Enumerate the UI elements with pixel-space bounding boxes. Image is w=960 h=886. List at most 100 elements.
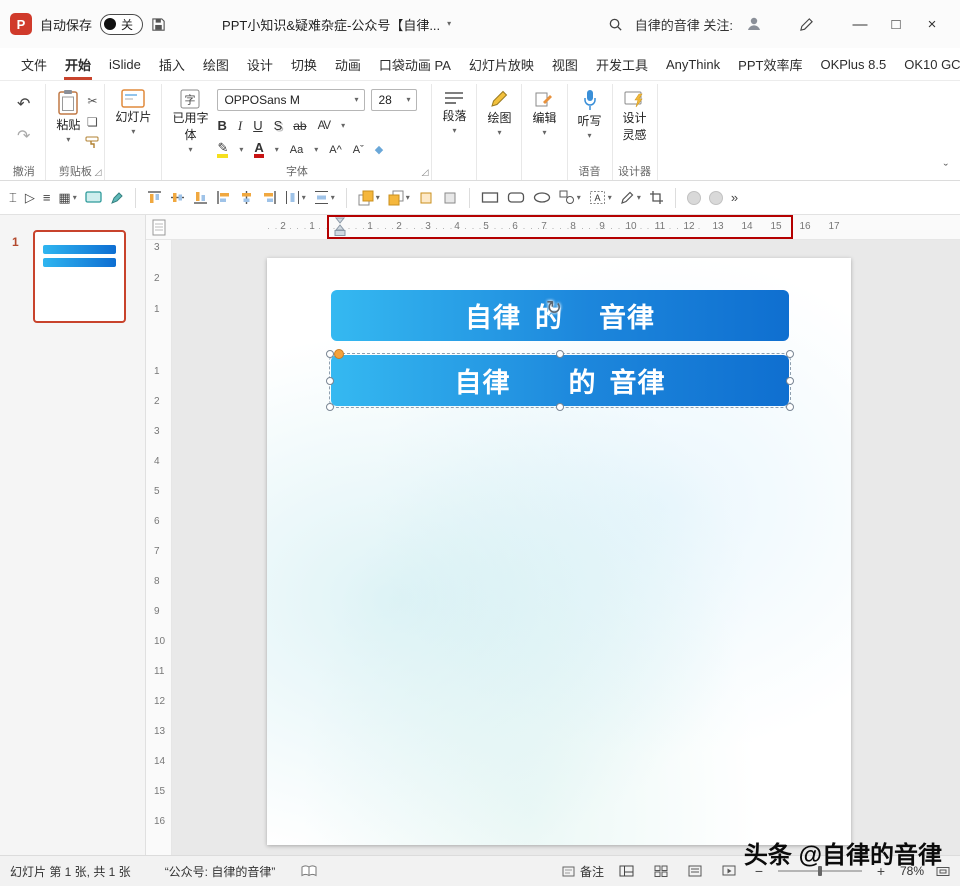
resize-handle[interactable] bbox=[786, 350, 794, 358]
resize-handle[interactable] bbox=[326, 376, 334, 385]
tab-developer[interactable]: 开发工具 bbox=[587, 48, 657, 80]
text-direction-icon[interactable]: ≡ bbox=[43, 190, 51, 205]
decrease-font-button[interactable]: Aˇ bbox=[353, 144, 364, 156]
highlight-color-button[interactable]: ✎ bbox=[217, 141, 229, 158]
avatar-icon[interactable] bbox=[745, 15, 763, 33]
send-backward-icon[interactable] bbox=[442, 190, 458, 206]
ellipse-shape-icon[interactable] bbox=[533, 190, 551, 205]
vertical-ruler[interactable]: 3 2 1 1 2 3 4 5 6 7 8 9 10 11 12 13 14 1… bbox=[146, 240, 172, 855]
document-title[interactable]: PPT小知识&疑难杂症-公众号【自律... ▾ bbox=[222, 15, 451, 34]
align-middle-icon[interactable] bbox=[170, 190, 185, 205]
resize-handle[interactable] bbox=[786, 403, 794, 411]
rectangle-shape-icon[interactable] bbox=[481, 190, 499, 205]
editing-canvas[interactable]: 自律 的 音律 ↻ 自律 的 音律 bbox=[172, 240, 960, 855]
increase-font-button[interactable]: A^ bbox=[329, 144, 342, 156]
text-shadow-button[interactable]: S bbox=[274, 118, 283, 133]
ruler-corner-icon[interactable] bbox=[146, 215, 172, 239]
reading-view-icon[interactable] bbox=[684, 861, 706, 881]
format-brush-icon[interactable] bbox=[110, 191, 124, 205]
format-painter-button[interactable] bbox=[85, 136, 99, 149]
tab-ppt-library[interactable]: PPT效率库 bbox=[729, 48, 811, 80]
bold-button[interactable]: B bbox=[217, 118, 226, 133]
save-icon[interactable] bbox=[151, 17, 166, 32]
distribute-horizontal-icon[interactable]: ▾ bbox=[285, 190, 306, 205]
font-size-select[interactable]: 28 ▾ bbox=[371, 89, 418, 111]
search-icon[interactable] bbox=[608, 17, 623, 32]
fit-text-icon[interactable]: ⌶ bbox=[9, 190, 17, 206]
slides-button[interactable]: 幻灯片 ▾ bbox=[110, 86, 156, 139]
resize-handle[interactable] bbox=[326, 403, 334, 411]
tab-pocket-animation[interactable]: 口袋动画 PA bbox=[370, 48, 460, 80]
underline-button[interactable]: U bbox=[253, 118, 262, 133]
tab-islide[interactable]: iSlide bbox=[100, 48, 150, 80]
tab-slideshow[interactable]: 幻灯片放映 bbox=[460, 48, 543, 80]
tab-animations[interactable]: 动画 bbox=[326, 48, 370, 80]
slide-canvas[interactable]: 自律 的 音律 ↻ 自律 的 音律 bbox=[267, 258, 851, 845]
cut-button[interactable]: ✂ bbox=[87, 94, 97, 108]
clear-formatting-icon[interactable]: ◆ bbox=[375, 143, 383, 156]
send-to-back-icon[interactable]: ▾ bbox=[388, 190, 410, 206]
maximize-button[interactable]: □ bbox=[878, 8, 914, 40]
adjust-handle[interactable] bbox=[334, 349, 344, 359]
resize-handle[interactable] bbox=[556, 350, 564, 358]
redo-button[interactable]: ↷ bbox=[17, 126, 30, 146]
bring-forward-icon[interactable] bbox=[418, 190, 434, 206]
bring-to-front-icon[interactable]: ▾ bbox=[358, 190, 380, 206]
paragraph-button[interactable]: 段落 ▾ bbox=[437, 86, 471, 138]
resize-handle[interactable] bbox=[786, 376, 794, 385]
text-box-icon[interactable]: A ▾ bbox=[589, 190, 612, 205]
distribute-vertical-icon[interactable]: ▾ bbox=[314, 190, 335, 205]
align-bottom-icon[interactable] bbox=[193, 190, 208, 205]
screen-capture-icon[interactable] bbox=[85, 191, 102, 204]
font-name-select[interactable]: OPPOSans M ▾ bbox=[217, 89, 366, 111]
notes-button[interactable]: 备注 bbox=[562, 863, 604, 880]
select-pointer-icon[interactable]: ▷ bbox=[25, 190, 35, 206]
pen-icon[interactable] bbox=[799, 17, 814, 32]
more-shapes-icon[interactable]: ▾ bbox=[559, 190, 581, 205]
character-spacing-button[interactable]: AV bbox=[318, 120, 331, 132]
tab-design[interactable]: 设计 bbox=[238, 48, 282, 80]
draw-button[interactable]: 绘图 ▾ bbox=[482, 86, 516, 140]
table-grid-icon[interactable]: ▦ ▾ bbox=[58, 190, 76, 206]
align-center-icon[interactable] bbox=[239, 190, 254, 205]
change-case-button[interactable]: Aa bbox=[290, 144, 303, 156]
tab-insert[interactable]: 插入 bbox=[150, 48, 194, 80]
align-top-icon[interactable] bbox=[147, 190, 162, 205]
tab-file[interactable]: 文件 bbox=[12, 48, 56, 80]
align-right-icon[interactable] bbox=[262, 190, 277, 205]
resize-handle[interactable] bbox=[556, 403, 564, 411]
tab-ok10[interactable]: OK10 GC bbox=[895, 48, 960, 80]
dictate-button[interactable]: 听写 ▾ bbox=[573, 86, 607, 143]
font-color-button[interactable]: A bbox=[254, 141, 264, 158]
horizontal-ruler[interactable]: 2 1 1 2 3 4 5 6 7 8 9 10 11 12 13 14 15 … bbox=[172, 215, 960, 239]
slide-sorter-view-icon[interactable] bbox=[650, 861, 672, 881]
close-button[interactable]: × bbox=[914, 8, 950, 40]
copy-button[interactable]: ❏ bbox=[87, 115, 98, 129]
undo-button[interactable]: ↶ bbox=[17, 94, 30, 114]
powerpoint-logo-icon[interactable]: P bbox=[10, 13, 32, 35]
tab-view[interactable]: 视图 bbox=[543, 48, 587, 80]
zoom-slider[interactable] bbox=[777, 866, 862, 876]
draw-pen-icon[interactable]: ▾ bbox=[620, 190, 641, 205]
spellcheck-icon[interactable] bbox=[301, 865, 317, 877]
align-left-icon[interactable] bbox=[216, 190, 231, 205]
account-name[interactable]: 自律的音律 关注: bbox=[635, 15, 733, 34]
minimize-button[interactable]: — bbox=[842, 8, 878, 40]
font-dialog-launcher-icon[interactable]: ◿ bbox=[422, 167, 429, 178]
tab-home[interactable]: 开始 bbox=[56, 48, 100, 80]
tab-drawing[interactable]: 绘图 bbox=[194, 48, 238, 80]
normal-view-icon[interactable] bbox=[616, 861, 638, 881]
resize-handle[interactable] bbox=[326, 350, 334, 358]
autosave-toggle[interactable]: 关 bbox=[100, 13, 144, 35]
design-ideas-button[interactable]: 设计 灵感 bbox=[618, 86, 652, 146]
tab-anythink[interactable]: AnyThink bbox=[657, 48, 729, 80]
slide-thumbnail[interactable] bbox=[33, 230, 126, 323]
clipboard-dialog-launcher-icon[interactable]: ◿ bbox=[95, 167, 102, 178]
tab-transitions[interactable]: 切换 bbox=[282, 48, 326, 80]
used-fonts-button[interactable]: 字 已用字 体 ▾ bbox=[167, 86, 213, 157]
rotate-handle-icon[interactable]: ↻ bbox=[546, 297, 562, 320]
tab-okplus[interactable]: OKPlus 8.5 bbox=[811, 48, 895, 80]
paste-button[interactable]: 粘贴 ▾ bbox=[51, 86, 85, 147]
editing-button[interactable]: 编辑 ▾ bbox=[527, 86, 561, 140]
toolbar-overflow-icon[interactable]: » bbox=[731, 190, 738, 205]
